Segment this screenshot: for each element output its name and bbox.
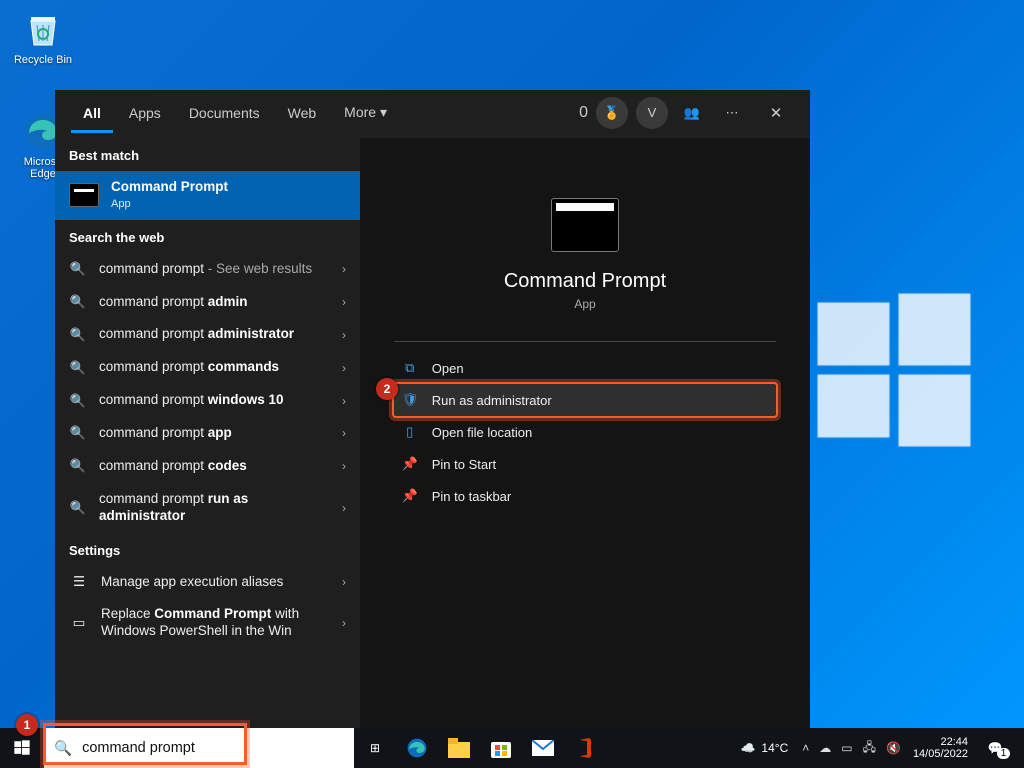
search-icon: 🔍 <box>54 740 72 757</box>
search-panel-header: All Apps Documents Web More ▾ 0 🏅 V 👥 ⋯ … <box>55 90 810 138</box>
web-result[interactable]: 🔍command prompt codes› <box>55 450 360 483</box>
web-result[interactable]: 🔍command prompt administrator› <box>55 318 360 351</box>
section-search-web: Search the web <box>55 220 360 253</box>
rewards-icon[interactable]: 🏅 <box>596 97 628 129</box>
task-view-button[interactable]: ⊞ <box>354 728 396 768</box>
taskbar-search[interactable]: 🔍 <box>44 728 354 768</box>
divider <box>394 341 777 342</box>
search-icon: 🔍 <box>69 294 87 310</box>
chevron-right-icon: › <box>342 616 346 630</box>
preview-app-icon <box>551 198 619 252</box>
search-icon: 🔍 <box>69 500 87 516</box>
web-result[interactable]: 🔍command prompt commands› <box>55 351 360 384</box>
taskbar: 🔍 ⊞ ☁️ 14°C ˄ ☁ ▭ 🖧 🔇 22:44 14/05/2022 💬… <box>0 728 1024 768</box>
web-result[interactable]: 🔍command prompt windows 10› <box>55 384 360 417</box>
desktop-icon-label: Recycle Bin <box>14 54 72 66</box>
tab-more[interactable]: More ▾ <box>332 92 399 133</box>
action-pin-to-taskbar[interactable]: 📌Pin to taskbar <box>394 480 777 512</box>
chevron-right-icon: › <box>342 394 346 408</box>
clock-time: 22:44 <box>913 736 968 748</box>
shield-icon: 🛡 <box>402 392 418 408</box>
annotation-badge-1: 1 <box>16 714 38 736</box>
settings-result[interactable]: ☰Manage app execution aliases› <box>55 566 360 599</box>
windows-logo-decor <box>804 280 984 465</box>
battery-icon[interactable]: ▭ <box>841 741 852 755</box>
taskbar-search-input[interactable] <box>82 740 344 756</box>
folder-icon: ▯ <box>402 424 418 440</box>
chevron-right-icon: › <box>342 426 346 440</box>
command-prompt-icon <box>69 183 99 207</box>
taskbar-app-office[interactable] <box>564 728 606 768</box>
settings-result[interactable]: ▭Replace Command Prompt with Windows Pow… <box>55 598 360 648</box>
close-button[interactable]: ✕ <box>756 93 796 133</box>
chevron-right-icon: › <box>342 262 346 276</box>
recycle-bin-icon <box>22 8 64 50</box>
terminal-icon: ▭ <box>69 615 89 631</box>
taskbar-clock[interactable]: 22:44 14/05/2022 <box>907 736 974 760</box>
taskbar-app-store[interactable] <box>480 728 522 768</box>
taskbar-weather[interactable]: ☁️ 14°C <box>732 741 796 755</box>
web-result[interactable]: 🔍command prompt run as administrator› <box>55 483 360 533</box>
action-open[interactable]: ⧉Open <box>394 352 777 384</box>
weather-icon: ☁️ <box>740 741 755 755</box>
tab-web[interactable]: Web <box>276 93 329 133</box>
open-icon: ⧉ <box>402 360 418 376</box>
more-options-icon[interactable]: ⋯ <box>716 97 748 129</box>
web-result[interactable]: 🔍command prompt - See web results› <box>55 253 360 286</box>
search-icon: 🔍 <box>69 261 87 277</box>
search-preview-column: Command Prompt App ⧉Open 🛡Run as adminis… <box>360 138 810 728</box>
result-subtitle: App <box>111 198 346 212</box>
account-avatar[interactable]: V <box>636 97 668 129</box>
annotation-badge-2: 2 <box>376 378 398 400</box>
chevron-down-icon: ▾ <box>380 104 387 120</box>
search-icon: 🔍 <box>69 327 87 343</box>
chevron-right-icon: › <box>342 361 346 375</box>
system-tray[interactable]: ˄ ☁ ▭ 🖧 🔇 <box>802 738 901 759</box>
pin-icon: 📌 <box>402 456 418 472</box>
web-result[interactable]: 🔍command prompt app› <box>55 417 360 450</box>
taskbar-app-mail[interactable] <box>522 728 564 768</box>
preview-subtitle: App <box>504 297 666 311</box>
section-settings: Settings <box>55 533 360 566</box>
action-center-button[interactable]: 💬 1 <box>980 738 1018 759</box>
tray-chevron-up-icon[interactable]: ˄ <box>802 741 809 755</box>
search-results-column: Best match Command Prompt App Search the… <box>55 138 360 728</box>
result-title: Command Prompt <box>111 179 228 194</box>
tab-apps[interactable]: Apps <box>117 93 173 133</box>
sliders-icon: ☰ <box>69 574 89 590</box>
search-icon: 🔍 <box>69 393 87 409</box>
section-best-match: Best match <box>55 138 360 171</box>
people-icon[interactable]: 👥 <box>676 97 708 129</box>
chevron-right-icon: › <box>342 328 346 342</box>
taskbar-app-explorer[interactable] <box>438 728 480 768</box>
action-open-file-location[interactable]: ▯Open file location <box>394 416 777 448</box>
desktop-icon-label-l2: Edge <box>30 168 56 180</box>
action-run-as-administrator[interactable]: 🛡Run as administrator <box>394 384 777 416</box>
tab-documents[interactable]: Documents <box>177 93 272 133</box>
preview-title: Command Prompt <box>504 270 666 293</box>
chevron-right-icon: › <box>342 575 346 589</box>
taskbar-app-edge[interactable] <box>396 728 438 768</box>
weather-temp: 14°C <box>761 741 788 755</box>
chevron-right-icon: › <box>342 459 346 473</box>
search-icon: 🔍 <box>69 458 87 474</box>
notification-count: 1 <box>997 748 1011 759</box>
search-icon: 🔍 <box>69 425 87 441</box>
chevron-right-icon: › <box>342 501 346 515</box>
clock-date: 14/05/2022 <box>913 748 968 760</box>
volume-icon[interactable]: 🔇 <box>886 741 901 755</box>
chevron-right-icon: › <box>342 295 346 309</box>
rewards-points[interactable]: 0 <box>579 104 588 122</box>
tab-all[interactable]: All <box>71 93 113 133</box>
onedrive-icon[interactable]: ☁ <box>819 741 831 755</box>
result-best-match[interactable]: Command Prompt App <box>55 171 360 220</box>
action-pin-to-start[interactable]: 📌Pin to Start <box>394 448 777 480</box>
pin-icon: 📌 <box>402 488 418 504</box>
search-icon: 🔍 <box>69 360 87 376</box>
network-icon[interactable]: 🖧 <box>863 738 876 759</box>
search-panel: All Apps Documents Web More ▾ 0 🏅 V 👥 ⋯ … <box>55 90 810 728</box>
desktop-icon-recycle-bin[interactable]: Recycle Bin <box>8 8 78 66</box>
web-result[interactable]: 🔍command prompt admin› <box>55 286 360 319</box>
